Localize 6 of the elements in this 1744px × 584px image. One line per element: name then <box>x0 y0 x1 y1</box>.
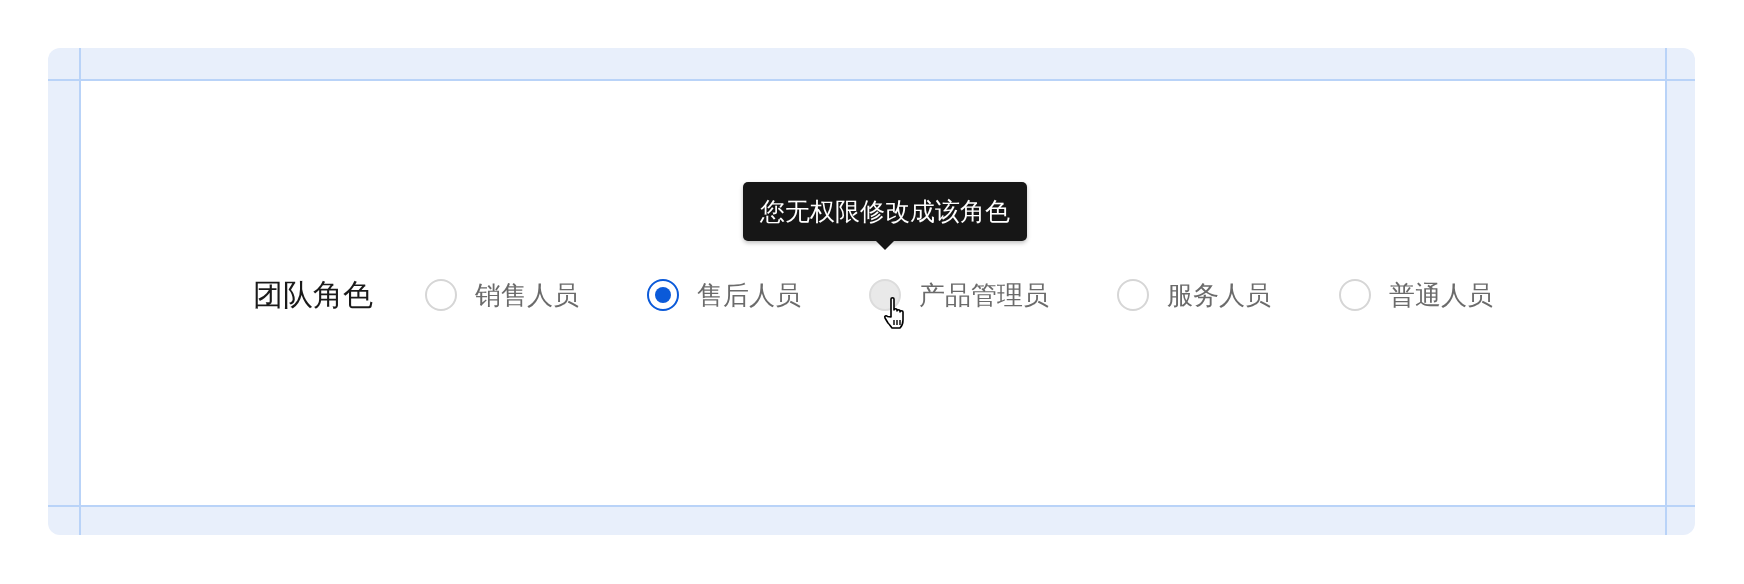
radio-label[interactable]: 售后人员 <box>697 277 801 313</box>
field-label: 团队角色 <box>253 275 373 314</box>
radio-label[interactable]: 普通人员 <box>1389 277 1493 313</box>
radio-label[interactable]: 销售人员 <box>475 277 579 313</box>
radio-button[interactable] <box>647 279 679 311</box>
radio-label[interactable]: 服务人员 <box>1167 277 1271 313</box>
